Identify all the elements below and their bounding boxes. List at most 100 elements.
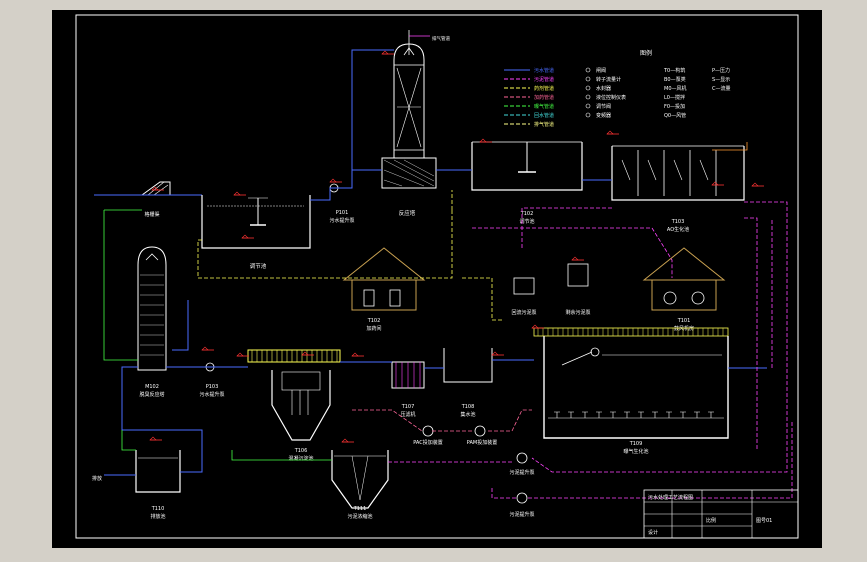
t111-label: T111	[353, 506, 367, 512]
p103-label: P103	[206, 384, 219, 390]
blower-house: T101 鼓风机房	[642, 247, 726, 332]
elevation-marker-triangle	[479, 138, 487, 143]
legend-code: F0—投加	[664, 103, 685, 110]
legend-symbol-icon	[585, 67, 591, 73]
legend-line-label: 污泥管道	[534, 76, 554, 83]
f104-label: PAM投加装置	[467, 439, 497, 446]
reactor-tower: 反应塔	[381, 30, 437, 217]
filter-press-t107: T107 压滤机	[391, 361, 425, 418]
regulating-tank-t101: 调节池	[201, 195, 311, 270]
t111-name: 污泥浓缩池	[347, 513, 372, 520]
t107-name: 压滤机	[400, 411, 415, 418]
dosing-house: T102 加药间	[342, 247, 426, 332]
m102-label: M102	[145, 384, 159, 390]
elevation-marker-triangle	[341, 438, 349, 443]
legend-code: Q0—风管	[664, 112, 686, 119]
t109-label: T109	[629, 441, 643, 447]
m102-name: 脱臭反应塔	[139, 391, 164, 398]
regulating-pool-t102: T102 调节池	[471, 141, 583, 225]
t108-label: T108	[461, 404, 475, 410]
sludge-return-units: 回流污泥泵 剩余污泥泵	[511, 263, 591, 316]
legend-code: C—流量	[712, 85, 731, 92]
legend-line-label: 排气管道	[534, 121, 554, 128]
p103-name: 污水提升泵	[199, 391, 224, 398]
legend-symbol-icon	[585, 85, 591, 91]
legend-symbol-icon	[585, 94, 591, 100]
pac-dosing-f103: PAC投加装置	[413, 425, 443, 446]
elevation-marker-triangle	[381, 50, 389, 55]
t106-label: T106	[294, 448, 308, 454]
discharge-tank-t110: T110 排放池 排放	[92, 450, 181, 520]
pump-p104: 污泥提升泵	[509, 452, 535, 476]
b102-label: T102	[367, 318, 381, 324]
elevation-marker-triangle	[531, 324, 539, 329]
t101-label: 调节池	[250, 262, 267, 270]
t107-label: T107	[401, 404, 415, 410]
screen-channel: 格栅渠	[140, 181, 171, 218]
exhaust-label: 排气管道	[432, 35, 450, 42]
reactor-label: 反应塔	[399, 209, 416, 217]
t106-name: 混凝沉淀池	[288, 455, 313, 462]
legend-code: B0—泵类	[664, 76, 686, 83]
deodorization-tower-m102: M102 脱臭反应塔	[137, 246, 167, 398]
pump-p105: 污泥提升泵	[509, 492, 535, 518]
t103-label: T103	[671, 219, 685, 225]
legend-symbol-label: 液位控制仪表	[596, 94, 626, 101]
legend-symbol-label: 水封器	[596, 85, 611, 92]
legend: 图例 污水管道污泥管道药剂管道加药管道曝气管道回水管道排气管道 闸阀转子流量计水…	[504, 49, 731, 128]
screen-label: 格栅渠	[144, 211, 159, 218]
legend-line-label: 回水管道	[534, 112, 554, 119]
legend-symbol-label: 闸阀	[596, 67, 606, 74]
aeration-tank-t109: T109 曝气生化池	[533, 327, 729, 455]
elevation-marker-triangle	[201, 346, 209, 351]
title-block: 污水处理工艺流程图 图号01 比例 设计	[643, 489, 799, 539]
pump-p103: P103 污水提升泵	[199, 362, 225, 398]
legend-symbol-label: 调节阀	[596, 103, 611, 110]
legend-line-label: 加药管道	[534, 94, 554, 101]
legend-line-label: 曝气管道	[534, 103, 554, 110]
legend-symbol-label: 转子流量计	[596, 76, 621, 83]
elevation-marker-triangle	[751, 182, 759, 187]
drawing-frame	[75, 14, 799, 539]
legend-line-label: 药剂管道	[534, 85, 554, 92]
legend-symbol-icon	[585, 76, 591, 82]
elevation-marker-triangle	[149, 436, 157, 441]
discharge-label: 排放	[92, 475, 102, 482]
t110-name: 排放池	[150, 513, 165, 520]
drawing-canvas: 图例 污水管道 污泥管道 药剂管道 加药管道 曝气管道 回水管道 排气管道 闸阀 转子流量计水…	[52, 10, 822, 548]
sludge-thickener-t111: T111 污泥浓缩池	[331, 450, 389, 520]
legend-symbol-icon	[585, 103, 591, 109]
legend-symbol-icon	[585, 112, 591, 118]
elevation-marker-triangle	[329, 178, 337, 183]
pump-p101: P101 污水提升泵	[329, 183, 355, 224]
elevation-marker-triangle	[241, 234, 249, 239]
b101-label: T101	[677, 318, 691, 324]
pipes	[103, 49, 793, 499]
t109-name: 曝气生化池	[623, 448, 648, 455]
title-drawing-no: 图号01	[756, 518, 772, 524]
legend-code: M0—风机	[664, 85, 687, 92]
j101-label: 回流污泥泵	[511, 309, 536, 316]
title-scale: 比例	[706, 517, 716, 524]
p101-label: P101	[336, 210, 349, 216]
title-project: 污水处理工艺流程图	[648, 494, 693, 501]
grille-strip	[247, 349, 341, 363]
elevation-marker-triangle	[711, 181, 719, 186]
elevation-marker-triangle	[606, 130, 614, 135]
legend-code: T0—构筑	[663, 67, 685, 74]
b101-name: 鼓风机房	[674, 325, 694, 332]
t103-name: AO生化池	[667, 226, 689, 233]
elevation-marker-triangle	[236, 352, 244, 357]
coag-tank-t106: T106 混凝沉淀池	[271, 370, 331, 462]
elevation-marker-triangle	[233, 191, 241, 196]
p105-name: 污泥提升泵	[509, 511, 534, 518]
p101-name: 污水提升泵	[329, 217, 354, 224]
legend-code: P—压力	[712, 67, 730, 74]
elevation-marker-triangle	[491, 351, 499, 356]
t110-label: T110	[151, 506, 165, 512]
title-drawn: 设计	[648, 529, 658, 536]
t108-name: 集水池	[460, 411, 475, 418]
legend-code: S—显示	[712, 77, 730, 83]
legend-title: 图例	[640, 49, 652, 57]
elevation-marker-triangle	[351, 352, 359, 357]
